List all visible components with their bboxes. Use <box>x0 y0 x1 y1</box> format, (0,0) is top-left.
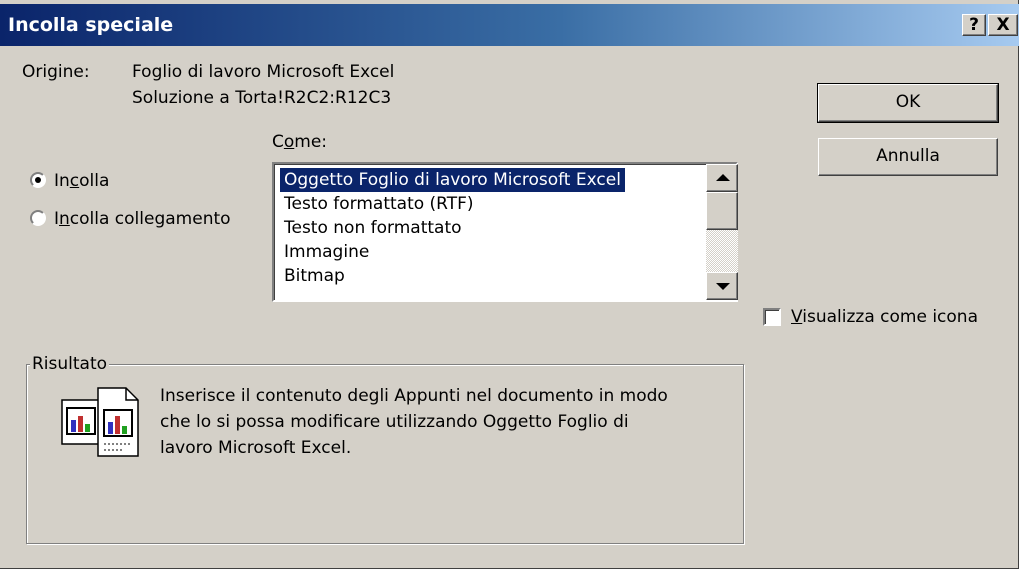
list-item[interactable]: Immagine <box>280 240 373 264</box>
display-as-icon-label[interactable]: Visualizza come icona <box>791 307 978 327</box>
source-type: Foglio di lavoro Microsoft Excel <box>132 62 395 82</box>
as-label: Come: <box>272 132 328 152</box>
list-item[interactable]: Testo non formattato <box>280 216 466 240</box>
cancel-button[interactable]: Annulla <box>818 138 998 176</box>
paste-link-radio[interactable] <box>30 210 46 226</box>
list-scrollbar[interactable] <box>706 164 738 300</box>
paste-radio[interactable] <box>30 172 46 188</box>
paste-object-icon <box>61 387 139 457</box>
title-bar[interactable]: Incolla speciale ? X <box>0 4 1019 46</box>
result-description-line2: che lo si possa modificare utilizzando O… <box>160 412 629 432</box>
list-item[interactable]: Oggetto Foglio di lavoro Microsoft Excel <box>279 167 626 193</box>
list-item[interactable]: Testo formattato (RTF) <box>280 192 478 216</box>
result-description-line1: Inserisce il contenuto degli Appunti nel… <box>160 386 668 406</box>
display-as-icon-checkbox[interactable] <box>763 308 781 326</box>
dialog-title: Incolla speciale <box>8 14 174 36</box>
arrow-up-icon <box>716 174 730 181</box>
list-item[interactable]: Bitmap <box>280 264 349 288</box>
help-button[interactable]: ? <box>962 14 986 36</box>
result-description-line3: lavoro Microsoft Excel. <box>160 438 352 458</box>
source-range: Soluzione a Torta!R2C2:R12C3 <box>132 88 392 108</box>
paste-link-radio-label[interactable]: Incolla collegamento <box>54 209 231 229</box>
scroll-down-button[interactable] <box>706 272 738 300</box>
radio-dot <box>35 177 41 183</box>
scroll-up-button[interactable] <box>706 164 738 192</box>
close-button[interactable]: X <box>988 14 1018 36</box>
result-label: Risultato <box>30 354 110 374</box>
scroll-thumb[interactable] <box>706 192 738 230</box>
paste-special-dialog: Incolla speciale ? X Origine: Foglio di … <box>0 0 1019 569</box>
arrow-down-icon <box>716 283 730 290</box>
format-listbox[interactable]: Oggetto Foglio di lavoro Microsoft Excel… <box>272 162 738 302</box>
paste-radio-label[interactable]: Incolla <box>54 171 109 191</box>
ok-button[interactable]: OK <box>817 83 999 123</box>
source-label: Origine: <box>22 62 90 82</box>
